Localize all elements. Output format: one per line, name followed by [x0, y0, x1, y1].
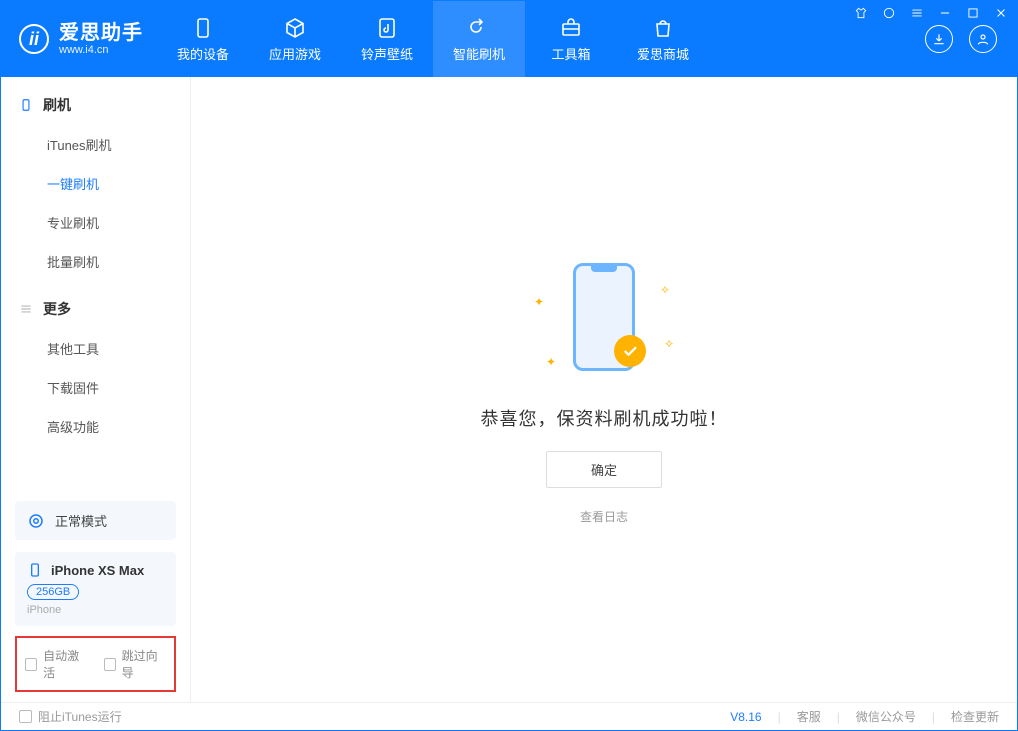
nav-flash[interactable]: 智能刷机 — [433, 1, 525, 77]
nav-my-device[interactable]: 我的设备 — [157, 1, 249, 77]
sidebar-item-batch-flash[interactable]: 批量刷机 — [1, 242, 190, 281]
sidebar-group-flash: 刷机 — [1, 77, 190, 125]
sparkle-icon: ✧ — [664, 337, 674, 351]
options-highlight-box: 自动激活 跳过向导 — [15, 636, 176, 692]
menu-icon[interactable] — [910, 6, 924, 23]
main-content: ✦ ✧ ✦ ✧ 恭喜您，保资料刷机成功啦！ 确定 查看日志 — [191, 77, 1017, 702]
sparkle-icon: ✦ — [534, 295, 544, 309]
close-button[interactable] — [994, 6, 1008, 23]
sidebar: 刷机 iTunes刷机 一键刷机 专业刷机 批量刷机 更多 其他工具 下载固件 … — [1, 77, 191, 702]
sparkle-icon: ✧ — [660, 283, 670, 297]
download-button[interactable] — [925, 25, 953, 53]
maximize-button[interactable] — [966, 6, 980, 23]
sidebar-item-download-firmware[interactable]: 下载固件 — [1, 368, 190, 407]
nav-toolbox[interactable]: 工具箱 — [525, 1, 617, 77]
status-bar: 阻止iTunes运行 V8.16 | 客服 | 微信公众号 | 检查更新 — [1, 702, 1017, 730]
nav-label: 智能刷机 — [453, 44, 505, 63]
nav-store[interactable]: 爱思商城 — [617, 1, 709, 77]
circle-icon[interactable] — [882, 6, 896, 23]
mode-label: 正常模式 — [55, 511, 107, 530]
sidebar-item-oneclick-flash[interactable]: 一键刷机 — [1, 164, 190, 203]
sidebar-group-label: 更多 — [43, 299, 71, 319]
checkbox-label: 跳过向导 — [122, 647, 166, 681]
checkbox-block-itunes[interactable]: 阻止iTunes运行 — [19, 708, 122, 725]
nav-apps[interactable]: 应用游戏 — [249, 1, 341, 77]
view-log-link[interactable]: 查看日志 — [580, 508, 628, 525]
sidebar-group-label: 刷机 — [43, 95, 71, 115]
nav-label: 爱思商城 — [637, 44, 689, 63]
device-storage: 256GB — [27, 584, 79, 600]
footer-link-update[interactable]: 检查更新 — [951, 708, 999, 725]
checkbox-icon — [25, 658, 37, 671]
music-icon — [375, 16, 399, 40]
nav-label: 我的设备 — [177, 44, 229, 63]
bag-icon — [651, 16, 675, 40]
mode-card[interactable]: 正常模式 — [15, 501, 176, 540]
logo-icon: ii — [19, 24, 49, 54]
app-name: 爱思助手 — [59, 22, 143, 44]
ok-button[interactable]: 确定 — [546, 451, 662, 488]
sidebar-item-other-tools[interactable]: 其他工具 — [1, 329, 190, 368]
device-icon — [191, 16, 215, 40]
cube-icon — [283, 16, 307, 40]
checkbox-auto-activate[interactable]: 自动激活 — [25, 647, 88, 681]
sparkle-icon: ✦ — [546, 355, 556, 369]
nav-ringtones[interactable]: 铃声壁纸 — [341, 1, 433, 77]
footer-link-support[interactable]: 客服 — [797, 708, 821, 725]
checkbox-icon — [19, 710, 32, 723]
toolbox-icon — [559, 16, 583, 40]
minimize-button[interactable] — [938, 6, 952, 23]
title-bar: ii 爱思助手 www.i4.cn 我的设备 应用游戏 铃声壁纸 智能刷机 工具… — [1, 1, 1017, 77]
shirt-icon[interactable] — [854, 6, 868, 23]
check-circle-icon — [614, 335, 646, 367]
sidebar-item-itunes-flash[interactable]: iTunes刷机 — [1, 125, 190, 164]
nav-label: 工具箱 — [551, 44, 590, 63]
device-type: iPhone — [27, 604, 164, 616]
account-button[interactable] — [969, 25, 997, 53]
success-message: 恭喜您，保资料刷机成功啦！ — [481, 405, 728, 431]
checkbox-label: 阻止iTunes运行 — [38, 708, 122, 725]
main-nav: 我的设备 应用游戏 铃声壁纸 智能刷机 工具箱 爱思商城 — [157, 1, 709, 77]
app-domain: www.i4.cn — [59, 44, 143, 56]
nav-label: 应用游戏 — [269, 44, 321, 63]
window-controls — [854, 6, 1008, 23]
success-illustration: ✦ ✧ ✦ ✧ — [524, 255, 684, 385]
sidebar-group-more: 更多 — [1, 281, 190, 329]
device-name: iPhone XS Max — [51, 563, 144, 578]
checkbox-label: 自动激活 — [43, 647, 87, 681]
checkbox-icon — [104, 658, 116, 671]
version-label: V8.16 — [730, 710, 761, 724]
nav-label: 铃声壁纸 — [361, 44, 413, 63]
logo-area: ii 爱思助手 www.i4.cn — [1, 1, 157, 77]
sidebar-item-advanced[interactable]: 高级功能 — [1, 407, 190, 446]
checkbox-skip-guide[interactable]: 跳过向导 — [104, 647, 167, 681]
refresh-icon — [467, 16, 491, 40]
sidebar-item-pro-flash[interactable]: 专业刷机 — [1, 203, 190, 242]
device-card[interactable]: iPhone XS Max 256GB iPhone — [15, 552, 176, 626]
footer-link-wechat[interactable]: 微信公众号 — [856, 708, 916, 725]
